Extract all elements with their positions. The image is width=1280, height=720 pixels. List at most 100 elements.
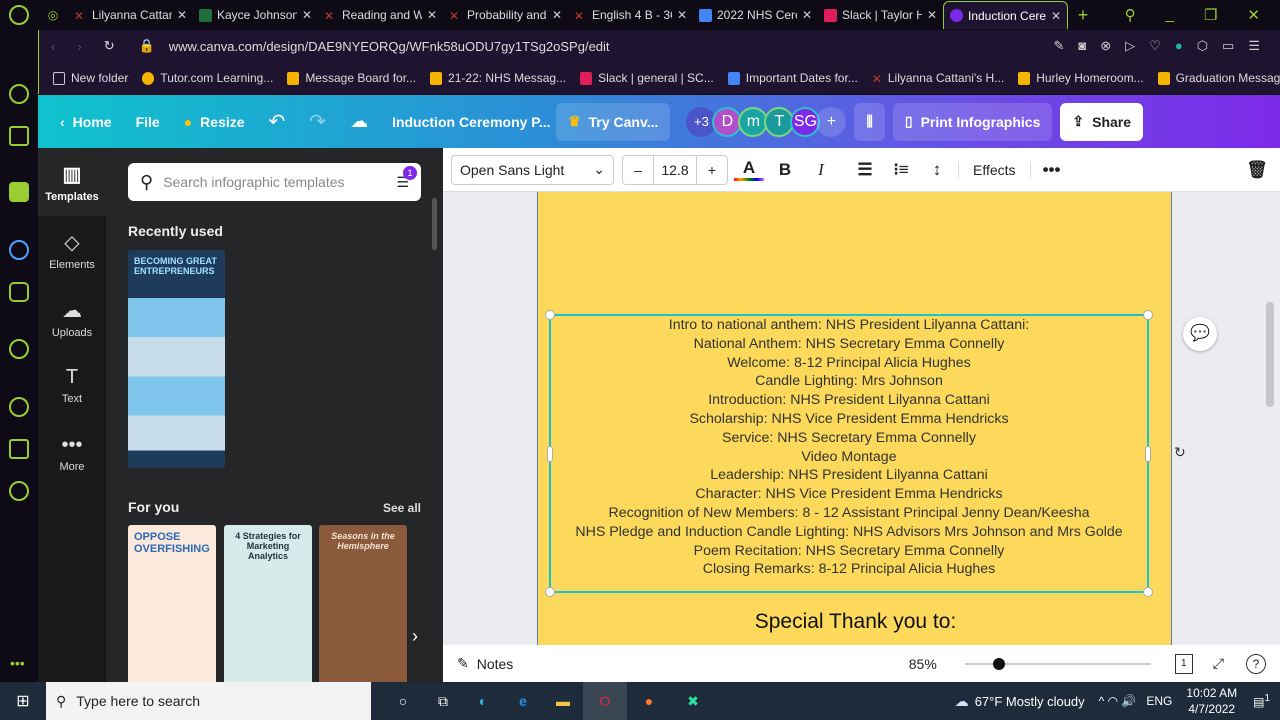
decrease-size-button[interactable]: – bbox=[623, 162, 653, 178]
fullscreen-icon[interactable]: ⤢ bbox=[1213, 655, 1224, 672]
minimize-button[interactable]: _ bbox=[1166, 6, 1174, 24]
italic-button[interactable]: I bbox=[806, 160, 836, 180]
paint-icon[interactable] bbox=[9, 126, 29, 146]
camera-icon[interactable]: ◙ bbox=[1078, 38, 1086, 54]
clock[interactable]: 10:02 AM 4/7/2022 bbox=[1186, 685, 1237, 717]
app-icon[interactable]: ✖ bbox=[671, 693, 715, 710]
edit-icon[interactable]: ✎ bbox=[1054, 38, 1065, 54]
zoom-level[interactable]: 85% bbox=[909, 656, 937, 672]
windows-start-icon[interactable]: ⊞ bbox=[0, 691, 46, 711]
rail-elements[interactable]: ◇ Elements bbox=[38, 230, 106, 271]
instagram-icon[interactable] bbox=[9, 282, 29, 302]
bookmark[interactable]: Graduation Messag... bbox=[1157, 71, 1280, 85]
panel-scrollbar[interactable] bbox=[432, 198, 437, 250]
ie-icon[interactable]: e bbox=[503, 693, 543, 709]
taskbar-search[interactable]: ⚲ Type here to search bbox=[46, 682, 371, 720]
resize-handle[interactable] bbox=[545, 587, 555, 597]
file-menu[interactable]: File bbox=[124, 103, 172, 141]
firefox-icon[interactable]: ● bbox=[627, 693, 671, 709]
bookmark[interactable]: Important Dates for... bbox=[727, 71, 858, 85]
more-icon[interactable]: ••• bbox=[10, 655, 25, 671]
try-canva-pro-button[interactable]: ♛ Try Canv... bbox=[556, 102, 671, 141]
tab[interactable]: ✕ Probability and ✕ bbox=[443, 1, 568, 29]
font-size-input[interactable]: 12.8 bbox=[653, 155, 697, 184]
search-tabs-icon[interactable]: ⚲ bbox=[1125, 6, 1136, 24]
trash-icon[interactable]: 🗑 bbox=[1242, 160, 1272, 180]
history-icon[interactable] bbox=[9, 397, 29, 417]
insights-button[interactable]: ⫼ bbox=[854, 102, 885, 141]
forward-icon[interactable]: › bbox=[77, 39, 81, 54]
bold-button[interactable]: B bbox=[770, 160, 800, 180]
close-tab-icon[interactable]: ✕ bbox=[1051, 9, 1061, 23]
close-window-button[interactable]: ✕ bbox=[1247, 6, 1260, 24]
align-center-icon[interactable]: ☰ bbox=[850, 160, 880, 180]
player-icon[interactable] bbox=[9, 339, 29, 359]
url-field[interactable]: www.canva.com/design/DAE9NYEORQg/WFnk58u… bbox=[169, 39, 610, 54]
zoom-slider-thumb[interactable] bbox=[992, 657, 1005, 670]
language[interactable]: ENG bbox=[1146, 694, 1172, 708]
bookmark[interactable]: Hurley Homeroom... bbox=[1018, 71, 1144, 85]
bookmark[interactable]: New folder bbox=[53, 71, 128, 85]
filter-icon[interactable]: ☰ 1 bbox=[396, 165, 417, 191]
template-thumbnail[interactable]: OPPOSE OVERFISHING bbox=[128, 525, 216, 685]
print-button[interactable]: ▯ Print Infographics bbox=[892, 102, 1053, 141]
extension-a-icon[interactable]: ● bbox=[1175, 38, 1183, 54]
weather-text[interactable]: 67°F Mostly cloudy bbox=[975, 694, 1085, 709]
tab[interactable]: Kayce Johnson ✕ bbox=[193, 1, 318, 29]
effects-button[interactable]: Effects bbox=[958, 161, 1031, 178]
tab[interactable]: ✕ English 4 B - 3C ✕ bbox=[568, 1, 693, 29]
tab[interactable]: ✕ Reading and W ✕ bbox=[318, 1, 443, 29]
send-icon[interactable]: ▷ bbox=[1125, 38, 1135, 54]
back-icon[interactable]: ‹ bbox=[51, 39, 55, 54]
heart-icon[interactable]: ♡ bbox=[1149, 38, 1161, 54]
new-tab-button[interactable]: + bbox=[1068, 5, 1098, 26]
canvas-scrollbar[interactable] bbox=[1266, 302, 1274, 407]
template-search-input[interactable]: ⚲ Search infographic templates ☰ 1 bbox=[128, 163, 421, 201]
opera-taskbar-icon[interactable]: O bbox=[583, 682, 627, 720]
tab[interactable]: ✕ Lilyanna Cattan ✕ bbox=[68, 1, 193, 29]
messenger-icon[interactable] bbox=[9, 240, 29, 260]
share-button[interactable]: ⇪ Share bbox=[1060, 102, 1144, 141]
bookmark[interactable]: Message Board for... bbox=[287, 71, 416, 85]
page-count[interactable]: 1 bbox=[1174, 653, 1193, 674]
resize-button[interactable]: ● Resize bbox=[172, 103, 257, 141]
extensions-icon[interactable] bbox=[9, 439, 29, 459]
more-options-icon[interactable]: ••• bbox=[1037, 160, 1067, 180]
add-collaborator-button[interactable]: + bbox=[816, 106, 847, 137]
easy-setup-icon[interactable]: ☰ bbox=[1248, 38, 1260, 54]
close-tab-icon[interactable]: ✕ bbox=[802, 8, 812, 22]
cloud-saved-icon[interactable]: ☁ bbox=[338, 103, 380, 141]
settings-icon[interactable] bbox=[9, 481, 29, 501]
speed-dial-icon[interactable] bbox=[9, 84, 29, 104]
edge-icon[interactable]: ◐ bbox=[463, 693, 503, 709]
scroll-right-icon[interactable]: › bbox=[412, 626, 418, 647]
file-explorer-icon[interactable]: ▬ bbox=[543, 693, 583, 709]
task-view-icon[interactable]: ⧉ bbox=[423, 693, 463, 710]
rail-templates[interactable]: ▥ Templates bbox=[38, 148, 106, 216]
redo-button[interactable]: ↷ bbox=[297, 103, 338, 141]
resize-handle[interactable] bbox=[1143, 587, 1153, 597]
close-tab-icon[interactable]: ✕ bbox=[552, 8, 562, 22]
notes-button[interactable]: Notes bbox=[477, 656, 514, 672]
tray-icons[interactable]: ^ ◠ 🔊 bbox=[1099, 694, 1137, 708]
resize-handle[interactable] bbox=[1145, 446, 1151, 462]
template-thumbnail[interactable]: BECOMING GREAT ENTREPRENEURS bbox=[128, 250, 225, 468]
program-textbox[interactable]: Intro to national anthem: NHS President … bbox=[545, 310, 1153, 597]
font-select[interactable]: Open Sans Light ⌄ bbox=[451, 154, 614, 185]
adblock-icon[interactable]: ⊗ bbox=[1100, 38, 1111, 54]
rail-text[interactable]: T Text bbox=[38, 366, 106, 405]
close-tab-icon[interactable]: ✕ bbox=[427, 8, 437, 22]
cube-icon[interactable]: ⬡ bbox=[1197, 38, 1208, 54]
rail-more[interactable]: ••• More bbox=[38, 434, 106, 473]
home-button[interactable]: ‹ Home bbox=[48, 103, 124, 141]
list-icon[interactable]: ⁝≡ bbox=[886, 160, 916, 180]
resize-handle[interactable] bbox=[547, 446, 553, 462]
zoom-slider[interactable] bbox=[964, 657, 1151, 670]
see-all-link[interactable]: See all bbox=[383, 501, 421, 515]
resize-handle[interactable] bbox=[1143, 310, 1153, 320]
design-page[interactable]: Intro to national anthem: NHS President … bbox=[537, 192, 1172, 645]
increase-size-button[interactable]: + bbox=[697, 162, 727, 178]
cortana-icon[interactable]: ○ bbox=[383, 693, 423, 709]
bookmark[interactable]: Tutor.com Learning... bbox=[142, 71, 273, 85]
add-comment-button[interactable]: 💬 bbox=[1183, 317, 1217, 351]
